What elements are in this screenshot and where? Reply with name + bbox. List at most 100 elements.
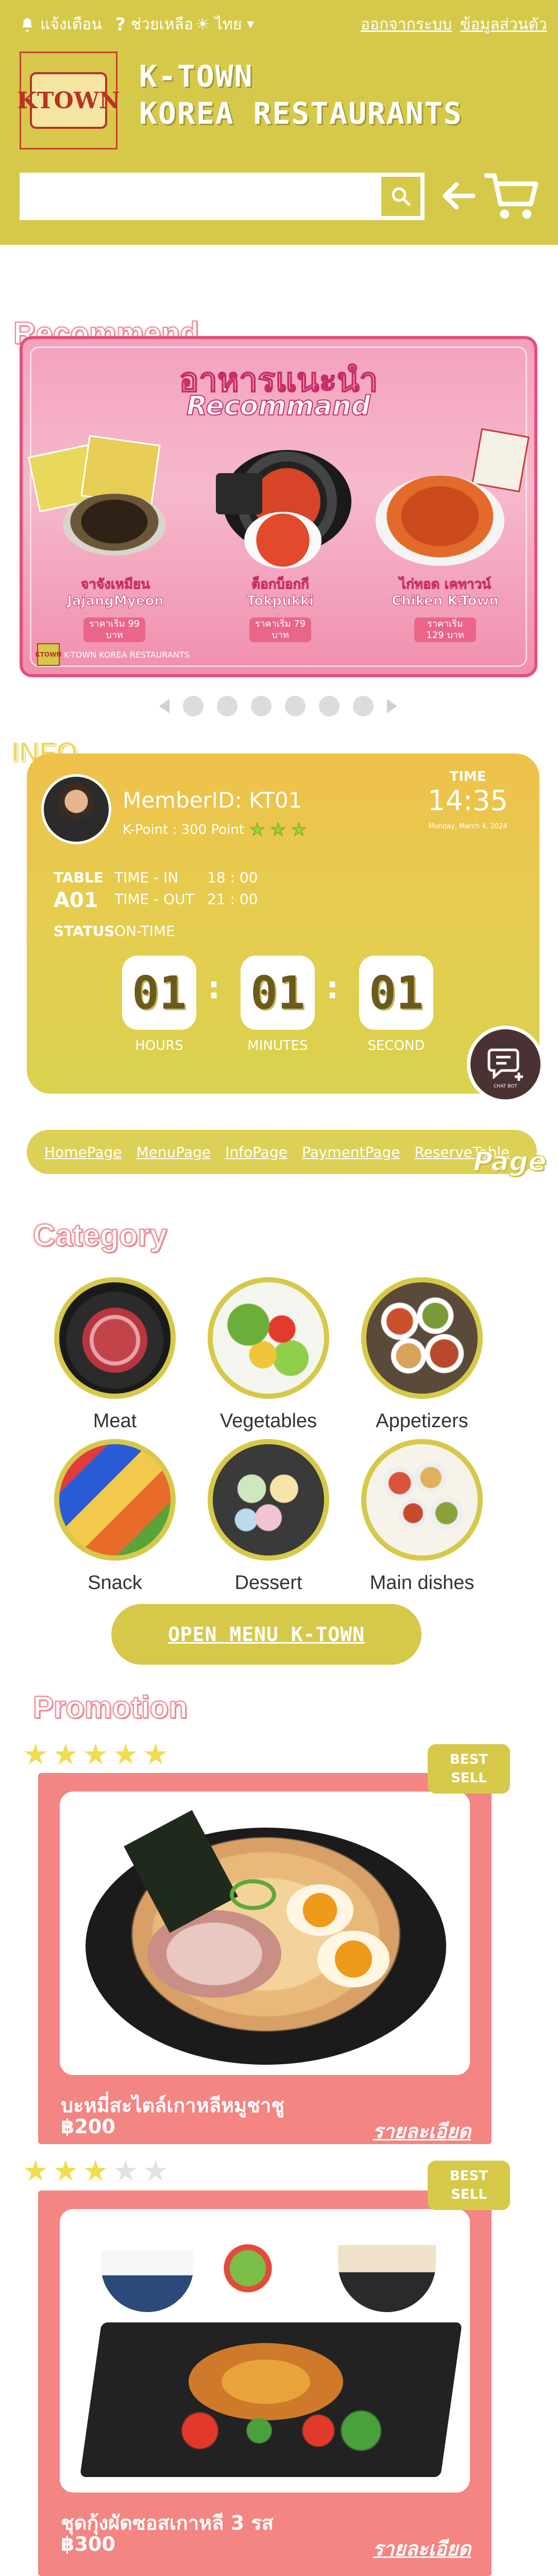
star-icon: ★ bbox=[53, 2154, 83, 2188]
category-label: Snack bbox=[88, 1572, 142, 1594]
table-value: A01 bbox=[54, 889, 98, 912]
time-value: 14:35 bbox=[428, 784, 508, 817]
time-label: TIME bbox=[449, 769, 486, 784]
brand-line-1: K-TOWN bbox=[139, 59, 253, 94]
dish-3-price: ราคาเริ่ม 129 บาท bbox=[414, 617, 476, 642]
carousel-dot[interactable] bbox=[353, 696, 374, 716]
nav-homepage[interactable]: HomePage bbox=[44, 1144, 122, 1161]
dish-1-price: ราคาเริ่ม 99 บาท bbox=[83, 617, 145, 642]
notifications-link[interactable]: แจ้งเตือน bbox=[20, 12, 102, 37]
main-dishes-image bbox=[361, 1439, 483, 1561]
language-select[interactable]: ☀ ไทย ▼ bbox=[196, 12, 254, 37]
chatbot-button[interactable]: CHAT BOT bbox=[467, 1026, 544, 1103]
table-label: TABLE bbox=[54, 869, 104, 886]
rice-bowl bbox=[101, 2250, 194, 2312]
dish-3-name-en: Chiken K-Town bbox=[392, 593, 499, 609]
badge-line-1: BEST bbox=[449, 2168, 488, 2184]
carousel-dot[interactable] bbox=[217, 696, 238, 716]
carousel-indicator bbox=[155, 696, 402, 716]
status-label: STATUS bbox=[54, 923, 115, 940]
open-menu-button[interactable]: OPEN MENU K-TOWN bbox=[111, 1604, 421, 1665]
banner-title-en: Recommand bbox=[186, 390, 371, 422]
tokpukki-bowl bbox=[244, 512, 322, 568]
logo[interactable]: KTOWN bbox=[18, 52, 120, 149]
promo-1-detail-link[interactable]: รายละเอียด bbox=[373, 2115, 471, 2147]
chat-icon bbox=[487, 1048, 523, 1081]
counter-separator: : bbox=[326, 970, 339, 1006]
carousel-next-icon[interactable] bbox=[387, 699, 397, 713]
green-onion bbox=[230, 1879, 276, 1910]
star-icon: ★ bbox=[53, 1738, 83, 1771]
promo-card-2[interactable]: ชุดกุ้งผัดซอสเกาหลี 3 รส ฿300 รายละเอียด bbox=[38, 2190, 492, 2576]
appetizers-image bbox=[361, 1277, 483, 1399]
carousel-dot[interactable] bbox=[285, 696, 306, 716]
back-arrow-icon[interactable] bbox=[438, 175, 479, 216]
minutes-label: MINUTES bbox=[247, 1038, 308, 1053]
promo-card-1[interactable]: บะหมี่สะไตล์เกาหลีหมูชาชู ฿200 รายละเอีย… bbox=[38, 1773, 492, 2144]
logout-link[interactable]: ออกจากระบบ bbox=[361, 12, 452, 37]
category-meat[interactable]: Meat bbox=[50, 1277, 179, 1432]
seconds-counter: 01 bbox=[359, 956, 433, 1030]
shrimp-set-image bbox=[60, 2209, 470, 2493]
banner-dish-3-label: ไก่ทอด เคทาวน์ Chiken K-Town bbox=[383, 576, 507, 609]
profile-label: ข้อมูลส่วนตัว bbox=[460, 15, 547, 34]
vegetables bbox=[153, 2405, 390, 2456]
carousel-dot[interactable] bbox=[319, 696, 340, 716]
category-snack[interactable]: Snack bbox=[50, 1439, 179, 1594]
carousel-dot[interactable] bbox=[183, 696, 204, 716]
category-main-dishes[interactable]: Main dishes bbox=[358, 1439, 486, 1594]
banner-footer-text: K-TOWN KOREA RESTAURANTS bbox=[64, 649, 190, 660]
carousel-prev-icon[interactable] bbox=[159, 699, 170, 713]
search-button[interactable] bbox=[381, 177, 420, 216]
category-dessert[interactable]: Dessert bbox=[204, 1439, 333, 1594]
star-icon: ★ bbox=[112, 2154, 143, 2188]
category-vegetables[interactable]: Vegetables bbox=[204, 1277, 333, 1432]
seconds-label: SECOND bbox=[367, 1038, 425, 1053]
dessert-image bbox=[208, 1439, 329, 1561]
category-title: Category bbox=[32, 1217, 167, 1253]
salad-bowl bbox=[199, 2235, 297, 2302]
brand-name: K-TOWN KOREA RESTAURANTS bbox=[139, 58, 463, 132]
brand-line-2: KOREA RESTAURANTS bbox=[139, 96, 463, 131]
promo-2-price: ฿300 bbox=[61, 2533, 115, 2555]
fried-chicken-plate bbox=[376, 476, 504, 566]
cup-noodle bbox=[216, 473, 262, 514]
promo-1-price: ฿200 bbox=[61, 2115, 115, 2138]
nav-menupage[interactable]: MenuPage bbox=[136, 1144, 211, 1161]
nav-infopage[interactable]: InfoPage bbox=[225, 1144, 288, 1161]
help-icon: ? bbox=[115, 14, 126, 35]
star-icon: ★ bbox=[82, 2154, 113, 2188]
soup-bowl bbox=[338, 2245, 436, 2312]
star-icon: ★ bbox=[82, 1738, 113, 1771]
star-icon: ★ bbox=[112, 1738, 143, 1771]
page-tag: Page bbox=[472, 1146, 547, 1178]
dish-1-name-th: จาจังเหมียน bbox=[81, 577, 150, 593]
nav-paymentpage[interactable]: PaymentPage bbox=[302, 1144, 400, 1161]
search-input[interactable] bbox=[22, 175, 381, 218]
carousel-dot[interactable] bbox=[251, 696, 272, 716]
time-in-label: TIME - IN bbox=[114, 869, 179, 886]
kpoint: K-Point : 300 Point ★ ★ ★ bbox=[123, 819, 307, 841]
star-icon: ★ bbox=[291, 819, 307, 841]
recommend-banner[interactable]: อาหารแนะนำ Recommand จาจังเหมียน JajangM… bbox=[20, 336, 537, 677]
promo-2-detail-link[interactable]: รายละเอียด bbox=[373, 2533, 471, 2564]
banner-footer: KTOWN K-TOWN KOREA RESTAURANTS bbox=[36, 643, 190, 666]
date-value: Monday, March 4, 2024 bbox=[428, 823, 508, 830]
info-card: MemberID: KT01 K-Point : 300 Point ★ ★ ★… bbox=[27, 754, 539, 1094]
topbar: แจ้งเตือน ? ช่วยเหลือ ☀ ไทย ▼ ออกจากระบบ… bbox=[0, 0, 558, 46]
time-out-value: 21 : 00 bbox=[207, 891, 258, 908]
jajangmyeon-bowl bbox=[63, 494, 166, 556]
profile-link[interactable]: ข้อมูลส่วนตัว bbox=[460, 12, 547, 37]
member-id: MemberID: KT01 bbox=[123, 788, 302, 813]
badge-line-2: SELL bbox=[451, 1770, 487, 1786]
cart-icon[interactable] bbox=[484, 170, 541, 222]
chatbot-label: CHAT BOT bbox=[494, 1084, 517, 1089]
help-link[interactable]: ? ช่วยเหลือ bbox=[115, 12, 193, 37]
badge-line-1: BEST bbox=[449, 1752, 488, 1767]
category-appetizers[interactable]: Appetizers bbox=[358, 1277, 486, 1432]
avatar bbox=[41, 774, 111, 844]
egg bbox=[286, 1884, 353, 1936]
star-icon: ★ bbox=[270, 819, 286, 841]
banner-dish-1-label: จาจังเหมียน JajangMyeon bbox=[54, 576, 177, 609]
kpoint-label: K-Point : 300 Point bbox=[123, 822, 244, 838]
